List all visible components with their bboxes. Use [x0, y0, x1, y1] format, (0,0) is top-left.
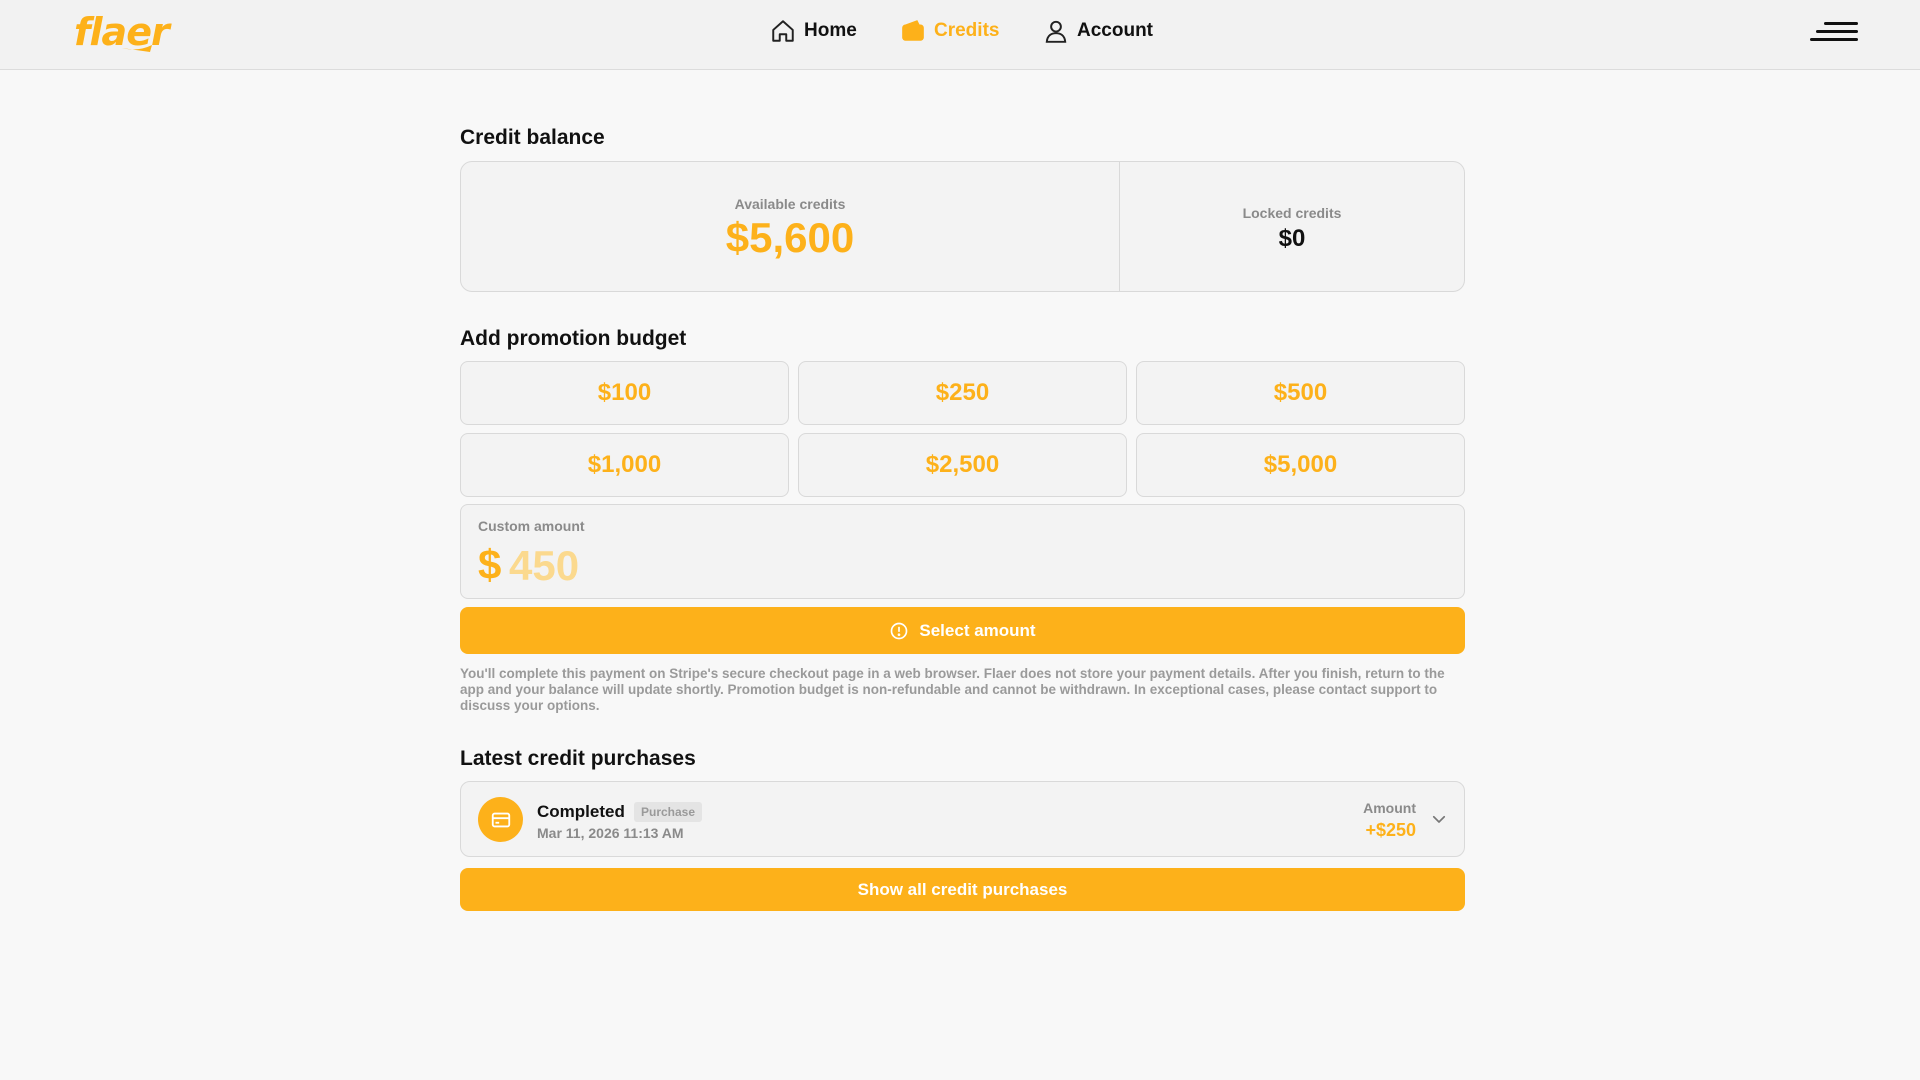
nav-credits-label: Credits [934, 20, 1000, 41]
credit-balance-title: Credit balance [460, 126, 605, 149]
nav-home[interactable]: Home [770, 0, 857, 62]
latest-purchases-title: Latest credit purchases [460, 747, 696, 770]
locked-credits-label: Locked credits [1242, 204, 1342, 221]
credit-card-icon [491, 812, 510, 827]
nav-home-label: Home [804, 20, 857, 41]
show-all-purchases-label: Show all credit purchases [857, 879, 1068, 899]
menu-icon[interactable] [1810, 20, 1864, 44]
credit-balance-card: Available credits $5,600 Locked credits … [460, 161, 1465, 292]
custom-amount-input[interactable] [509, 541, 1409, 591]
nav-credits[interactable]: Credits [900, 0, 999, 62]
available-credits-value: $5,600 [725, 213, 855, 261]
select-amount-label: Select amount [919, 620, 1036, 640]
promotion-budget-title: Add promotion budget [460, 327, 687, 350]
wallet-icon [902, 20, 924, 41]
chevron-down-icon[interactable] [1430, 810, 1448, 828]
alert-circle-icon [891, 622, 908, 639]
amount-option-100[interactable]: $100 [460, 361, 789, 425]
show-all-purchases-button[interactable]: Show all credit purchases [460, 868, 1465, 911]
payment-disclaimer: You'll complete this payment on Stripe's… [460, 666, 1445, 713]
currency-symbol: $ [478, 541, 502, 588]
nav-account[interactable]: Account [1043, 0, 1153, 62]
purchase-amount: +$250 [1365, 820, 1416, 840]
home-icon [772, 20, 794, 42]
amount-option-5000[interactable]: $5,000 [1136, 433, 1465, 497]
custom-amount-label: Custom amount [478, 518, 585, 534]
available-credits-label: Available credits [734, 195, 846, 212]
purchase-amount-label: Amount [1363, 800, 1416, 816]
available-credits-panel: Available credits $5,600 [461, 162, 1120, 291]
user-icon [1045, 20, 1067, 43]
custom-amount-field[interactable]: Custom amount $ [460, 504, 1465, 599]
purchase-status: Completed [537, 802, 625, 821]
amount-option-500[interactable]: $500 [1136, 361, 1465, 425]
amount-option-1000[interactable]: $1,000 [460, 433, 789, 497]
nav-account-label: Account [1077, 20, 1153, 41]
purchase-avatar [478, 797, 523, 842]
purchase-type-badge: Purchase [634, 802, 703, 822]
top-navigation-bar: flaer Home Credits Account [0, 0, 1920, 70]
purchase-list-item[interactable]: Completed Purchase Mar 11, 2026 11:13 AM… [460, 781, 1465, 857]
select-amount-button[interactable]: Select amount [460, 607, 1465, 654]
amount-options: $100 $250 $500 $1,000 $2,500 $5,000 [460, 361, 1465, 497]
logo-swoosh-icon [122, 45, 152, 52]
amount-option-250[interactable]: $250 [798, 361, 1127, 425]
locked-credits-value: $0 [1278, 224, 1306, 252]
purchase-date: Mar 11, 2026 11:13 AM [537, 825, 684, 841]
amount-option-2500[interactable]: $2,500 [798, 433, 1127, 497]
locked-credits-panel: Locked credits $0 [1120, 162, 1464, 291]
